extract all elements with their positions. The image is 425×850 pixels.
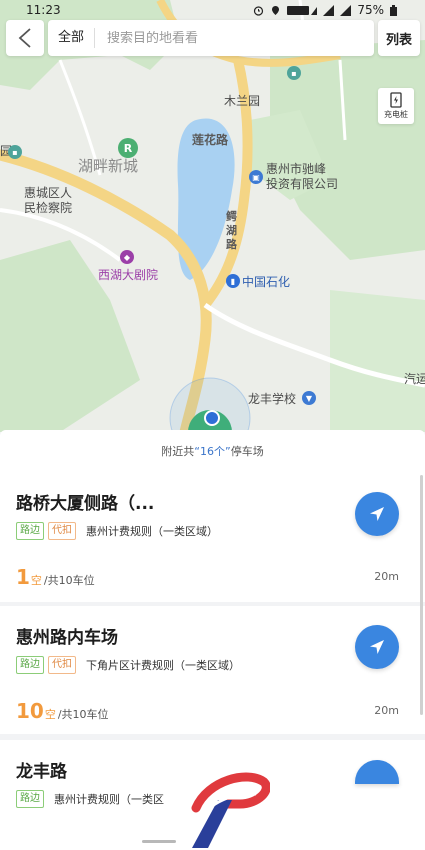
parking-tags: 路边 代扣 下角片区计费规则（一类区域） bbox=[16, 656, 240, 674]
tag-auto-pay: 代扣 bbox=[48, 656, 76, 674]
distance: 20m bbox=[374, 704, 399, 717]
navigation-arrow-icon bbox=[370, 640, 384, 654]
navigate-button[interactable] bbox=[355, 625, 399, 669]
status-time: 11:23 bbox=[26, 3, 61, 17]
parking-name: 惠州路内车场 bbox=[16, 628, 118, 648]
map-label-jianchayuan: 惠城区人 民检察院 bbox=[24, 186, 73, 215]
gas-station-pin-icon[interactable]: ▮ bbox=[226, 274, 240, 288]
navigate-button[interactable] bbox=[355, 492, 399, 536]
map-label-longfeng-school: 龙丰学校 bbox=[248, 392, 297, 406]
map-label-chifeng: 惠州市驰峰 投资有限公司 bbox=[266, 162, 339, 191]
results-summary: 附近共 “16个” 停车场 bbox=[0, 430, 425, 472]
tag-roadside: 路边 bbox=[16, 790, 44, 808]
map-label-ehulu: 鳄 湖 路 bbox=[226, 210, 237, 251]
navigate-button[interactable] bbox=[355, 760, 399, 784]
home-indicator[interactable] bbox=[142, 840, 176, 843]
available-count: 10 bbox=[16, 699, 44, 723]
available-unit: 空 bbox=[44, 708, 56, 721]
alarm-icon bbox=[253, 5, 264, 16]
summary-count: “16个” bbox=[194, 445, 231, 458]
availability: 1 空 /共10车位 bbox=[16, 565, 95, 589]
charging-station-button[interactable]: 充电桩 bbox=[378, 88, 414, 124]
tag-auto-pay: 代扣 bbox=[48, 522, 76, 540]
charging-pile-icon bbox=[390, 92, 402, 108]
search-scope-selector[interactable]: 全部 bbox=[48, 28, 96, 48]
map-label-mulanyuan: 木兰园 bbox=[224, 94, 261, 108]
parking-card[interactable]: 路桥大厦侧路（... 路边 代扣 惠州计费规则（一类区域） 1 空 /共10车位… bbox=[0, 472, 425, 602]
charging-station-label: 充电桩 bbox=[384, 110, 408, 119]
map-label-sinopec: 中国石化 bbox=[242, 275, 291, 289]
back-button[interactable] bbox=[6, 20, 44, 56]
billing-rule: 下角片区计费规则（一类区域） bbox=[86, 659, 240, 672]
map-label-xihu-theatre: 西湖大剧院 bbox=[98, 268, 159, 282]
parking-card[interactable]: 惠州路内车场 路边 代扣 下角片区计费规则（一类区域） 10 空 /共10车位 … bbox=[0, 606, 425, 734]
list-view-button[interactable]: 列表 bbox=[378, 20, 420, 56]
status-bar: 11:23 75% bbox=[0, 0, 425, 20]
location-icon bbox=[270, 5, 281, 16]
available-unit: 空 bbox=[30, 574, 42, 587]
map-label-lianhualu: 莲花路 bbox=[192, 133, 229, 147]
map-label-bus: 汽运 bbox=[404, 372, 425, 386]
availability: 10 空 /共10车位 bbox=[16, 699, 109, 723]
parking-tags: 路边 代扣 惠州计费规则（一类区域） bbox=[16, 522, 218, 540]
total-spaces: /共10车位 bbox=[57, 708, 109, 721]
battery-icon bbox=[390, 4, 397, 16]
parking-pin-icon[interactable]: R bbox=[118, 138, 138, 158]
school-pin-icon[interactable]: ▼ bbox=[302, 391, 316, 405]
scrollbar[interactable] bbox=[420, 475, 423, 715]
parking-card[interactable]: 龙丰路 路边 惠州计费规则（一类区 bbox=[0, 740, 425, 850]
tag-roadside: 路边 bbox=[16, 656, 44, 674]
parking-tags: 路边 惠州计费规则（一类区 bbox=[16, 790, 164, 808]
parking-name: 路桥大厦侧路（... bbox=[16, 494, 155, 514]
watermark-logo-icon bbox=[191, 772, 270, 848]
tag-roadside: 路边 bbox=[16, 522, 44, 540]
map-canvas bbox=[0, 0, 425, 432]
total-spaces: /共10车位 bbox=[43, 574, 95, 587]
chevron-left-icon bbox=[18, 28, 31, 48]
distance: 20m bbox=[374, 570, 399, 583]
theatre-pin-icon[interactable]: ◆ bbox=[120, 250, 134, 264]
map-view[interactable]: 木兰园 莲花路 湖畔新城 惠州市驰峰 投资有限公司 惠城区人 民检察院 鳄 湖 … bbox=[0, 0, 425, 432]
signal-icon bbox=[323, 4, 335, 16]
poi-edge-pin-icon[interactable]: ▪ bbox=[8, 145, 22, 159]
building-pin-icon[interactable]: ▣ bbox=[249, 170, 263, 184]
map-label-huhanxincheng: 湖畔新城 bbox=[78, 157, 139, 175]
navigation-arrow-icon bbox=[370, 507, 384, 521]
summary-prefix: 附近共 bbox=[161, 445, 195, 458]
wifi-icon bbox=[287, 5, 318, 16]
signal-4g-icon bbox=[340, 4, 352, 16]
search-bar[interactable]: 全部 bbox=[48, 20, 374, 56]
poi-pin-icon[interactable]: ▪ bbox=[287, 66, 301, 80]
available-count: 1 bbox=[16, 565, 30, 589]
billing-rule: 惠州计费规则（一类区 bbox=[54, 793, 164, 806]
battery-percent: 75% bbox=[357, 3, 384, 17]
summary-suffix: 停车场 bbox=[230, 445, 264, 458]
parking-name: 龙丰路 bbox=[16, 762, 67, 782]
billing-rule: 惠州计费规则（一类区域） bbox=[86, 525, 218, 538]
search-input[interactable] bbox=[95, 30, 346, 46]
